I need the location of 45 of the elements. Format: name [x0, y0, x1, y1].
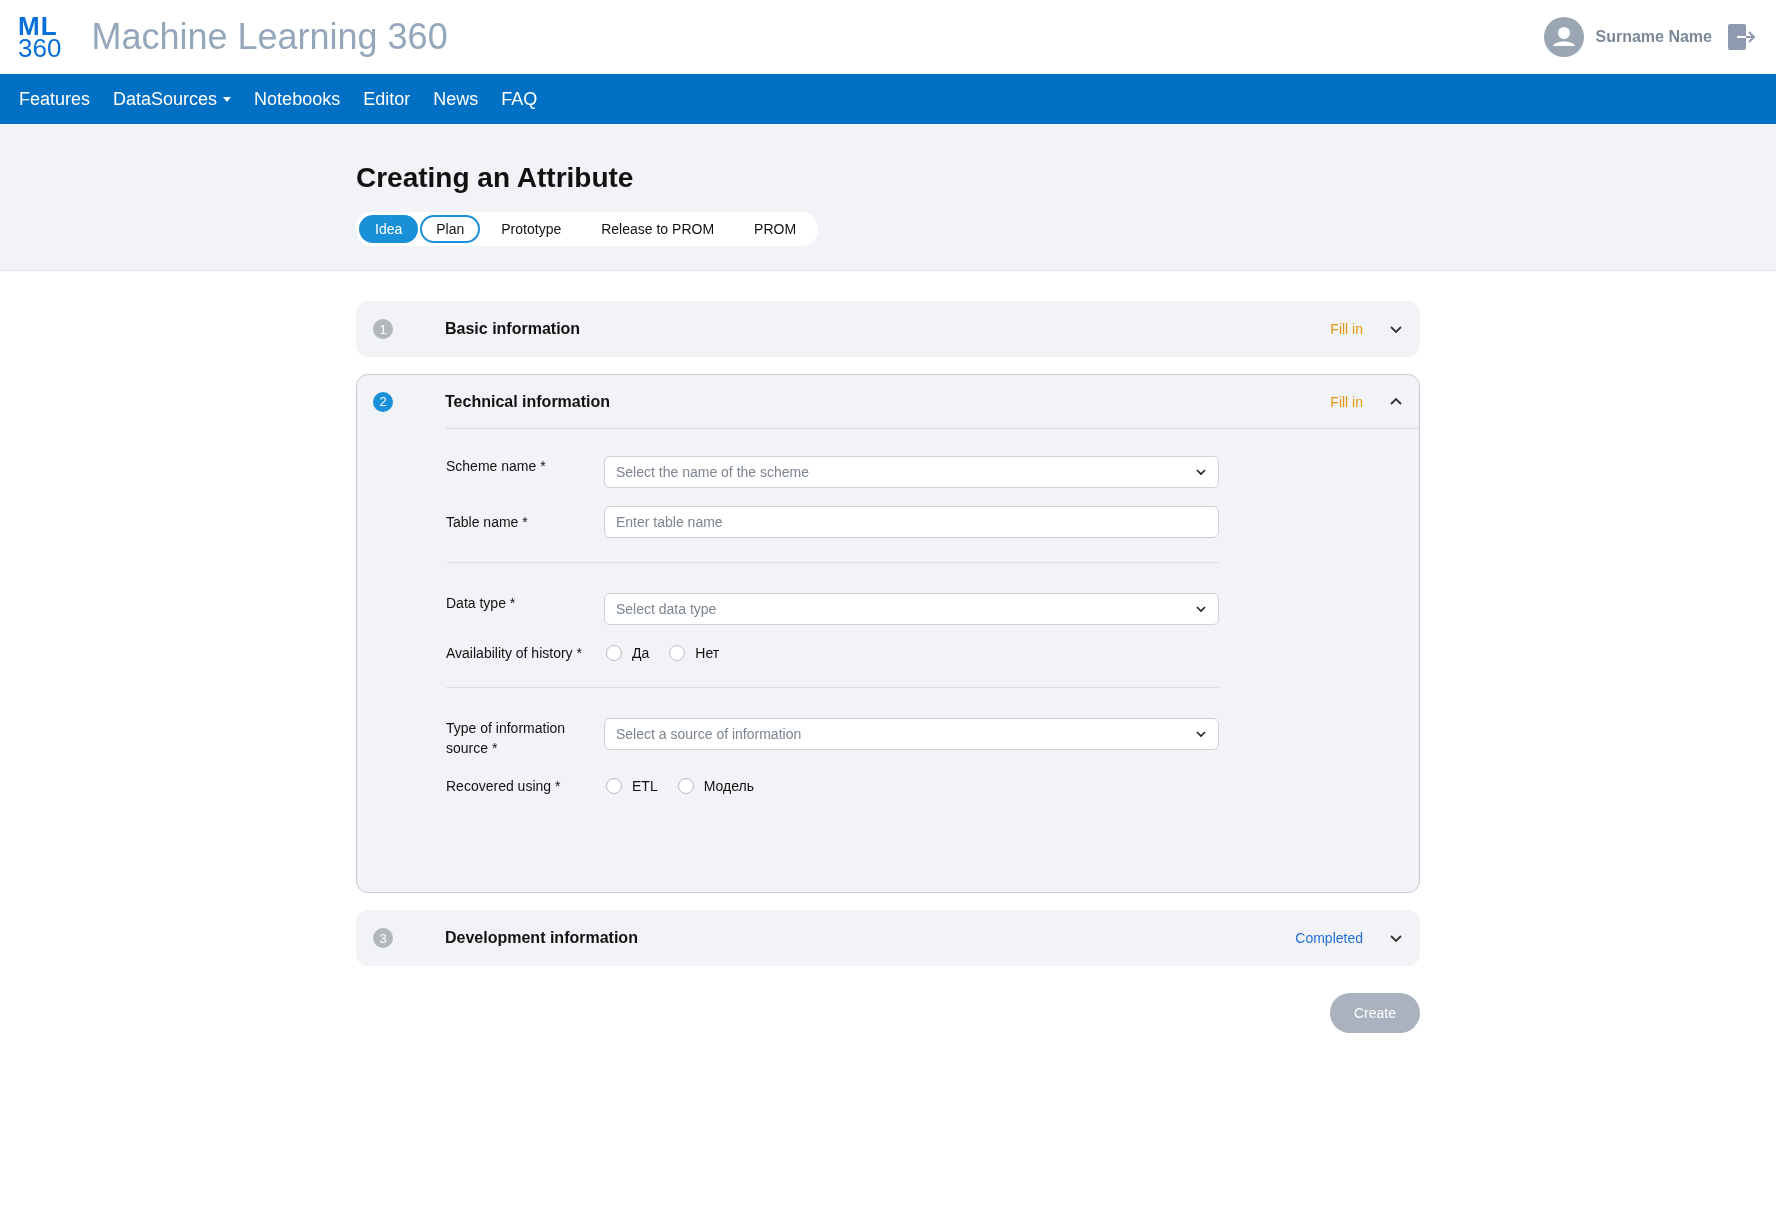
radio-button[interactable]	[606, 778, 622, 794]
stage-tab[interactable]: Idea	[359, 215, 419, 243]
radio-label[interactable]: Да	[632, 645, 650, 661]
nav-link[interactable]: News	[433, 88, 479, 110]
section-status: Fill in	[1330, 321, 1363, 337]
caret-icon	[223, 96, 232, 102]
select-field[interactable]: Select the name of the scheme	[604, 456, 1219, 488]
step-number: 3	[373, 928, 393, 948]
section-title[interactable]: Development information	[445, 929, 1296, 947]
nav-link[interactable]: FAQ	[501, 88, 538, 110]
page-title: Creating an Attribute	[356, 162, 635, 194]
nav-link[interactable]: Features	[19, 88, 91, 110]
field-label: Data type *	[446, 594, 517, 613]
nav-link[interactable]: Notebooks	[254, 88, 341, 110]
step-number: 1	[373, 319, 393, 339]
radio-label[interactable]: ETL	[632, 778, 658, 794]
radio-label[interactable]: Модель	[703, 778, 754, 794]
logout-icon[interactable]	[1728, 24, 1758, 50]
field-label: Table name *	[446, 513, 529, 532]
step-number: 2	[373, 391, 393, 412]
select-field[interactable]: Select a source of information	[604, 718, 1219, 750]
nav-link[interactable]: Editor	[363, 88, 411, 110]
app-title: Machine Learning 360	[91, 16, 448, 58]
field-label: Type of information source *	[446, 719, 567, 758]
field-label: Scheme name *	[446, 457, 547, 476]
radio-button[interactable]	[669, 645, 686, 661]
radio-button[interactable]	[606, 645, 622, 661]
chevron-icon	[1195, 603, 1207, 615]
stage-tab[interactable]: Plan	[420, 215, 481, 243]
field-label: Availability of history *	[446, 644, 583, 663]
user-name[interactable]: Surname Name	[1595, 28, 1712, 46]
chevron-icon	[1195, 728, 1207, 740]
radio-label[interactable]: Нет	[695, 645, 720, 661]
select-field[interactable]: Select data type	[604, 593, 1219, 625]
avatar-icon[interactable]	[1543, 17, 1584, 57]
section-title[interactable]: Basic information	[445, 320, 1331, 338]
radio-button[interactable]	[677, 778, 694, 794]
field-label: Recovered using *	[446, 777, 562, 796]
logo[interactable]: ML 360	[18, 14, 62, 60]
chevron-icon	[1195, 466, 1207, 478]
section-status: Fill in	[1330, 393, 1363, 410]
nav-link[interactable]: DataSources	[113, 88, 232, 110]
input-field[interactable]: Enter table name	[604, 506, 1219, 538]
section-title[interactable]: Technical information	[445, 392, 1331, 411]
section-status: Completed	[1295, 930, 1363, 946]
